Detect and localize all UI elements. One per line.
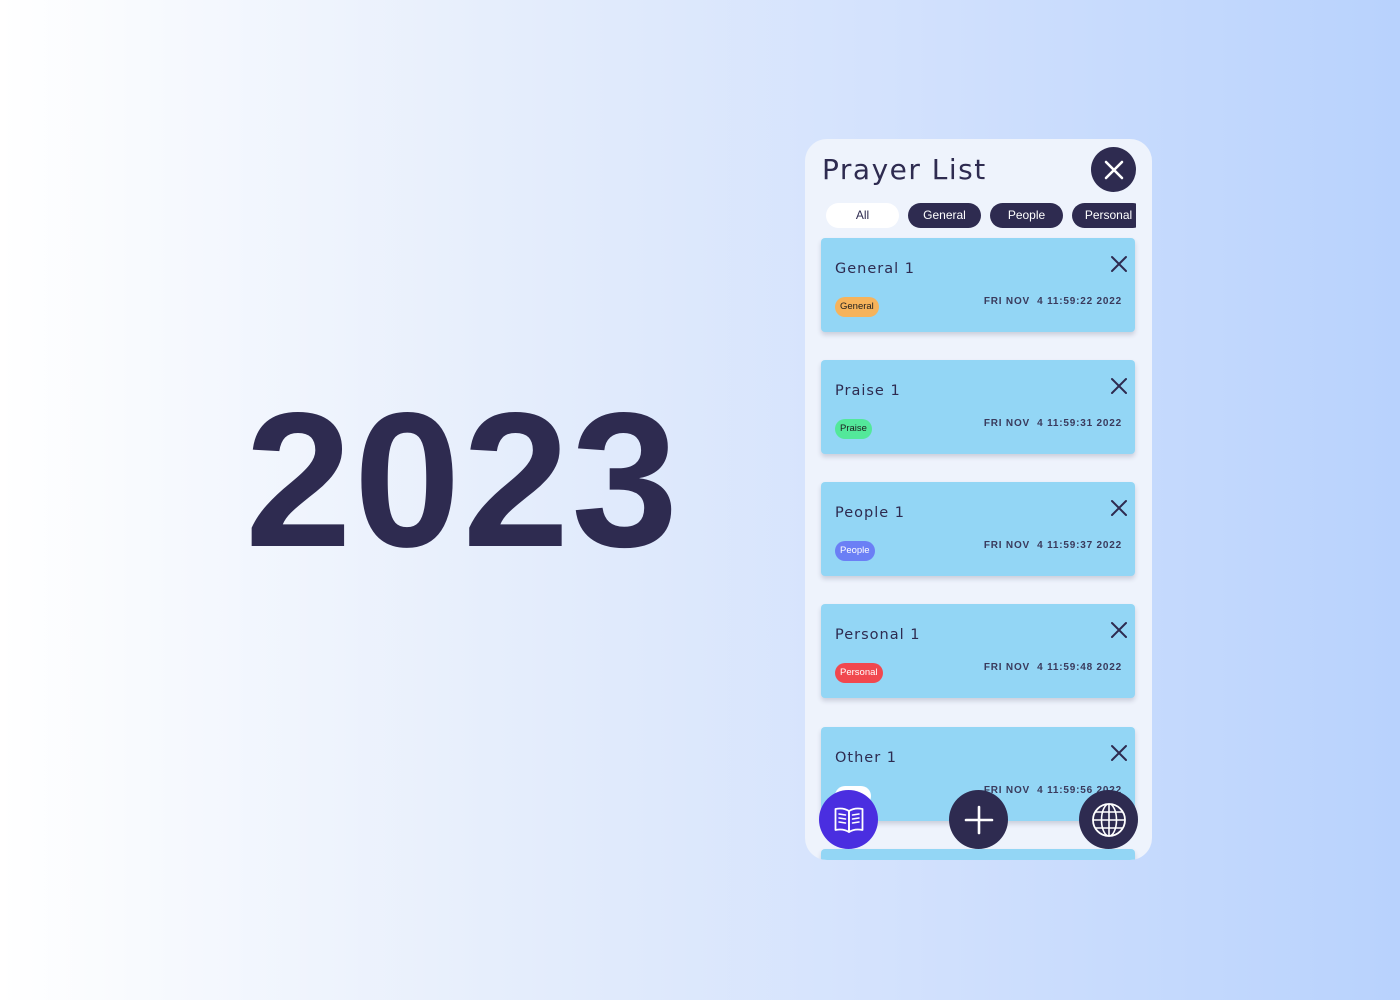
filter-chip-people[interactable]: People (990, 203, 1063, 228)
prayer-card[interactable]: Personal 1 Personal FRI NOV 4 11:59:48 2… (821, 604, 1135, 698)
prayer-card-title: General 1 (835, 261, 915, 277)
delete-prayer-button[interactable] (1109, 254, 1129, 274)
prayer-card[interactable] (821, 849, 1135, 860)
prayer-list-panel: Prayer List All General People Personal … (805, 139, 1152, 860)
delete-prayer-button[interactable] (1109, 620, 1129, 640)
prayer-card-title: Praise 1 (835, 383, 901, 399)
book-icon (834, 807, 863, 833)
plus-icon (964, 805, 993, 834)
globe-icon (1091, 802, 1126, 837)
prayer-card[interactable]: Praise 1 Praise FRI NOV 4 11:59:31 2022 (821, 360, 1135, 454)
filter-chip-general[interactable]: General (908, 203, 981, 228)
close-icon (1104, 160, 1123, 179)
prayer-timestamp: FRI NOV 4 11:59:22 2022 (983, 296, 1122, 307)
close-icon (1111, 745, 1127, 761)
prayer-timestamp: FRI NOV 4 11:59:37 2022 (983, 540, 1122, 551)
category-tag: People (835, 541, 875, 561)
close-icon (1111, 622, 1127, 638)
close-icon (1111, 256, 1127, 272)
prayer-card-title: People 1 (835, 505, 906, 521)
page-title: Prayer List (822, 153, 987, 186)
add-prayer-button[interactable] (949, 790, 1008, 849)
close-icon (1111, 378, 1127, 394)
filter-chip-all[interactable]: All (826, 203, 899, 228)
delete-prayer-button[interactable] (1109, 498, 1129, 518)
bible-button[interactable] (819, 790, 878, 849)
prayer-timestamp: FRI NOV 4 11:59:48 2022 (983, 662, 1122, 673)
prayer-card[interactable]: General 1 General FRI NOV 4 11:59:22 202… (821, 238, 1135, 332)
prayer-card-title: Personal 1 (835, 627, 921, 643)
filter-chip-personal[interactable]: Personal (1072, 203, 1136, 228)
delete-prayer-button[interactable] (1109, 376, 1129, 396)
category-tag: General (835, 297, 879, 317)
category-tag: Personal (835, 663, 883, 683)
prayer-card[interactable]: People 1 People FRI NOV 4 11:59:37 2022 (821, 482, 1135, 576)
close-app-button[interactable] (1091, 147, 1136, 192)
close-icon (1111, 500, 1127, 516)
hero-year: 2023 (245, 372, 681, 587)
prayer-timestamp: FRI NOV 4 11:59:31 2022 (983, 418, 1122, 429)
prayer-card-title: Other 1 (835, 750, 898, 766)
language-button[interactable] (1079, 790, 1138, 849)
filter-chip-row: All General People Personal (826, 203, 1136, 228)
category-tag: Praise (835, 419, 872, 439)
delete-prayer-button[interactable] (1109, 743, 1129, 763)
